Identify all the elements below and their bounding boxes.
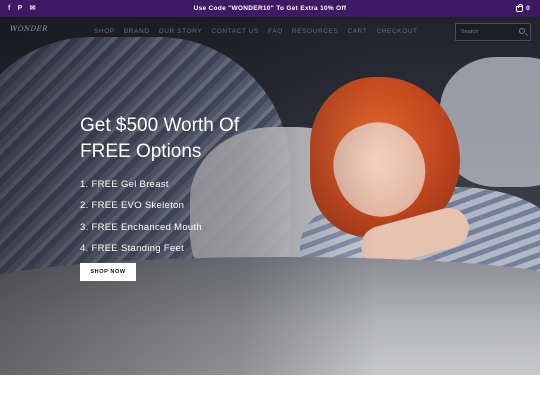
hero-headline: Get $500 Worth Of FREE Options: [80, 113, 340, 165]
nav-item-cart[interactable]: CART: [347, 28, 367, 35]
cart-button[interactable]: 0: [516, 0, 530, 17]
feature-item: 1. FREE Gel Breast: [80, 179, 169, 190]
feature-item: 3. FREE Enchanced Mouth: [80, 221, 203, 233]
cart-count: 0: [526, 5, 530, 12]
shop-now-button[interactable]: SHOP NOW: [80, 263, 136, 281]
cart-icon: [516, 3, 524, 12]
search-placeholder: Search: [461, 29, 479, 35]
nav-item-our-story[interactable]: OUR STORY: [159, 28, 203, 35]
nav-item-faq[interactable]: FAQ: [268, 28, 283, 35]
nav-item-brand[interactable]: BRAND: [124, 28, 150, 35]
announcement-bar: f P ✉ Use Code "WONDER10" To Get Extra 1…: [0, 0, 540, 17]
social-links: f P ✉: [8, 0, 36, 17]
nav-item-checkout[interactable]: CHECKOUT: [376, 28, 417, 35]
feature-item: 2. FREE EVO Skeleton: [80, 200, 185, 212]
nav-item-resources[interactable]: RESOURCES: [292, 28, 339, 35]
hero-headline-line1: Get $500 Worth Of: [80, 115, 240, 136]
search-icon[interactable]: [519, 28, 525, 34]
nav-item-contact-us[interactable]: CONTACT US: [211, 28, 259, 35]
announcement-text: Use Code "WONDER10" To Get Extra 10% Off: [193, 5, 347, 12]
pinterest-icon[interactable]: P: [18, 0, 23, 17]
feature-list: 1. FREE Gel Breast 2. FREE EVO Skeleton …: [80, 174, 202, 259]
hero-headline-line2: FREE Options: [80, 141, 202, 162]
main-navigation: WONDER SHOP BRAND OUR STORY CONTACT US F…: [0, 17, 540, 47]
feature-item: 4. FREE Standing Feet: [80, 242, 184, 254]
nav-menu: SHOP BRAND OUR STORY CONTACT US FAQ RESO…: [94, 28, 418, 35]
site-logo[interactable]: WONDER: [10, 25, 48, 33]
search-input[interactable]: Search: [455, 23, 531, 41]
facebook-icon[interactable]: f: [8, 0, 11, 17]
nav-item-shop[interactable]: SHOP: [94, 28, 115, 35]
email-icon[interactable]: ✉: [30, 0, 36, 17]
